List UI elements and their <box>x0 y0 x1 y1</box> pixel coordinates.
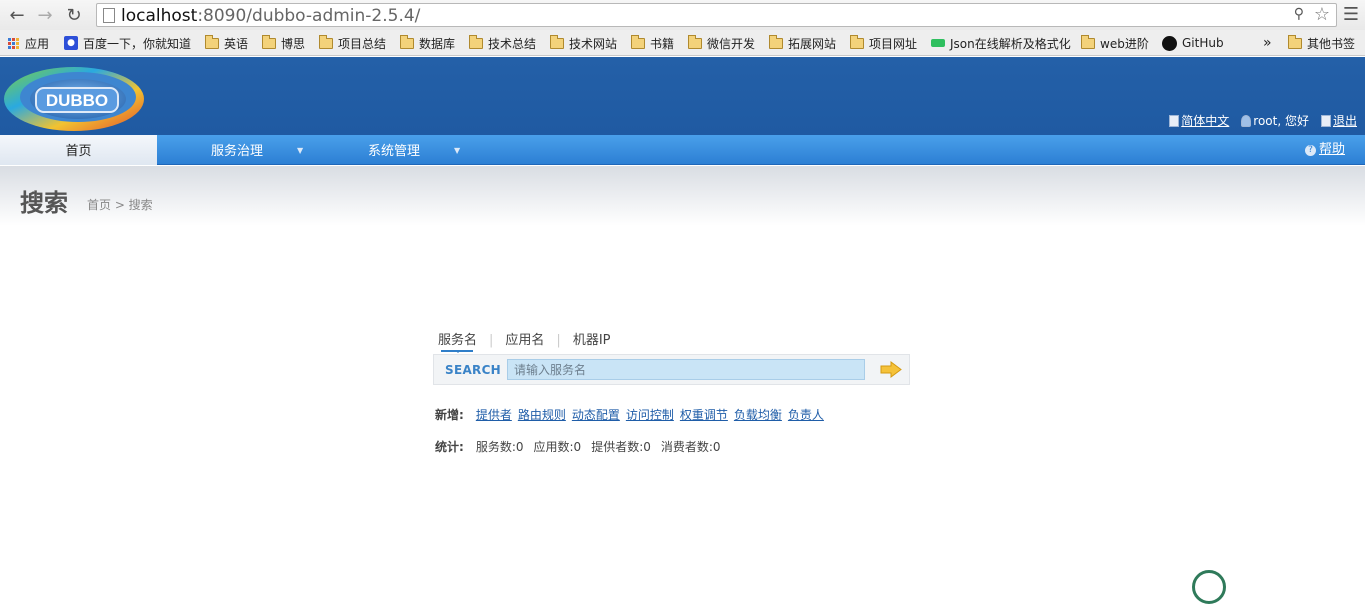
logout-link[interactable]: 退出 <box>1320 112 1357 129</box>
user-greeting: root, 您好 <box>1241 112 1309 129</box>
address-bar[interactable]: localhost:8090/dubbo-admin-2.5.4/ ⚲ ☆ <box>96 3 1337 27</box>
bookmark-apps[interactable]: 应用 <box>8 34 49 52</box>
search-label: SEARCH <box>445 363 502 377</box>
tab-application-name[interactable]: 应用名 <box>505 329 544 351</box>
dropdown-arrow-icon[interactable]: ▼ <box>297 135 303 167</box>
create-links-row: 新增: 提供者 路由规则 动态配置 访问控制 权重调节 负载均衡 负责人 <box>435 406 830 423</box>
create-owner-link[interactable]: 负责人 <box>788 406 824 423</box>
search-input[interactable] <box>507 359 865 380</box>
bookmark-json[interactable]: Json在线解析及格式化 <box>931 34 1071 52</box>
main-nav: 首页 服务治理 ▼ 系统管理 ▼ ? 帮助 <box>0 135 1365 165</box>
folder-icon <box>688 34 702 49</box>
bookmark-folder[interactable]: 技术网站 <box>550 34 617 52</box>
nav-service-governance[interactable]: 服务治理 <box>211 135 263 165</box>
page-title: 搜索 <box>20 189 68 217</box>
apps-grid-icon <box>8 37 19 49</box>
folder-icon <box>1288 34 1302 49</box>
tab-service-name[interactable]: 服务名 <box>438 329 477 353</box>
create-access-control-link[interactable]: 访问控制 <box>626 406 674 423</box>
bookmark-folder[interactable]: 博思 <box>262 34 305 52</box>
folder-icon <box>769 34 783 49</box>
reload-icon[interactable]: ↻ <box>62 3 86 27</box>
nav-system-management[interactable]: 系统管理 <box>368 135 420 165</box>
bookmark-folder[interactable]: web进阶 <box>1081 34 1149 52</box>
tab-separator: | <box>556 332 561 348</box>
bookmark-folder[interactable]: 书籍 <box>631 34 674 52</box>
search-box: SEARCH <box>433 354 910 385</box>
stat-providers: 提供者数:0 <box>591 440 651 454</box>
create-weight-adjust-link[interactable]: 权重调节 <box>680 406 728 423</box>
bookmark-baidu[interactable]: ● 百度一下，你就知道 <box>64 34 191 52</box>
bookmark-folder[interactable]: 项目网址 <box>850 34 917 52</box>
baidu-paw-icon: ● <box>64 36 78 50</box>
stats-row: 统计: 服务数:0 应用数:0 提供者数:0 消费者数:0 <box>435 438 731 455</box>
folder-icon <box>469 34 483 49</box>
tab-separator: | <box>489 332 494 348</box>
create-provider-link[interactable]: 提供者 <box>476 406 512 423</box>
folder-icon <box>400 34 414 49</box>
nav-home[interactable]: 首页 <box>0 135 157 165</box>
browser-toolbar: ← → ↻ localhost:8090/dubbo-admin-2.5.4/ … <box>0 0 1365 30</box>
tab-machine-ip[interactable]: 机器IP <box>573 329 611 351</box>
create-load-balance-link[interactable]: 负载均衡 <box>734 406 782 423</box>
stat-services: 服务数:0 <box>475 440 524 454</box>
stat-consumers: 消费者数:0 <box>660 440 721 454</box>
nav-help[interactable]: ? 帮助 <box>1304 135 1345 165</box>
github-icon <box>1162 35 1177 51</box>
language-switch[interactable]: 简体中文 <box>1169 112 1229 129</box>
bookmark-github[interactable]: GitHub <box>1162 34 1224 52</box>
folder-icon <box>319 34 333 49</box>
bookmark-other[interactable]: 其他书签 <box>1288 34 1355 52</box>
back-arrow-icon[interactable]: ← <box>5 3 29 27</box>
browser-menu-icon[interactable]: ☰ <box>1343 4 1359 25</box>
user-links: 简体中文 root, 您好 退出 <box>1169 112 1357 129</box>
dropdown-arrow-icon[interactable]: ▼ <box>454 135 460 167</box>
folder-icon <box>631 34 645 49</box>
folder-icon <box>262 34 276 49</box>
bookmarks-overflow-button[interactable]: » <box>1263 34 1272 52</box>
json-icon <box>931 39 945 47</box>
footer-badge-icon <box>1192 570 1226 604</box>
stats-label: 统计: <box>435 440 464 454</box>
dubbo-logo: DUBBO <box>4 67 144 131</box>
bookmark-folder[interactable]: 英语 <box>205 34 248 52</box>
bookmark-star-icon[interactable]: ☆ <box>1314 4 1330 25</box>
page-icon <box>103 8 115 23</box>
document-icon <box>1169 114 1180 127</box>
create-route-rule-link[interactable]: 路由规则 <box>518 406 566 423</box>
bookmark-folder[interactable]: 数据库 <box>400 34 455 52</box>
bookmark-folder[interactable]: 项目总结 <box>319 34 386 52</box>
key-icon[interactable]: ⚲ <box>1294 6 1304 22</box>
forward-arrow-icon[interactable]: → <box>33 3 57 27</box>
breadcrumb[interactable]: 首页 > 搜索 <box>87 196 153 213</box>
help-icon: ? <box>1304 144 1316 156</box>
search-go-arrow-icon[interactable] <box>880 361 902 378</box>
bookmark-folder[interactable]: 技术总结 <box>469 34 536 52</box>
logout-door-icon <box>1320 114 1331 127</box>
user-icon <box>1241 114 1252 127</box>
page-header-band <box>0 166 1365 226</box>
folder-icon <box>205 34 219 49</box>
folder-icon <box>550 34 564 49</box>
svg-text:DUBBO: DUBBO <box>46 91 108 110</box>
bookmark-folder[interactable]: 拓展网站 <box>769 34 836 52</box>
bookmark-folder[interactable]: 微信开发 <box>688 34 755 52</box>
bookmarks-bar: 应用 ● 百度一下，你就知道 英语 博思 项目总结 数据库 技术总结 技术网站 … <box>0 30 1365 56</box>
create-dynamic-config-link[interactable]: 动态配置 <box>572 406 620 423</box>
stat-applications: 应用数:0 <box>533 440 582 454</box>
create-label: 新增: <box>435 408 464 422</box>
address-url[interactable]: localhost:8090/dubbo-admin-2.5.4/ <box>121 6 420 26</box>
folder-icon <box>1081 34 1095 49</box>
app-header: DUBBO 简体中文 root, 您好 退出 <box>0 57 1365 135</box>
folder-icon <box>850 34 864 49</box>
search-type-tabs: 服务名 | 应用名 | 机器IP <box>438 329 611 353</box>
